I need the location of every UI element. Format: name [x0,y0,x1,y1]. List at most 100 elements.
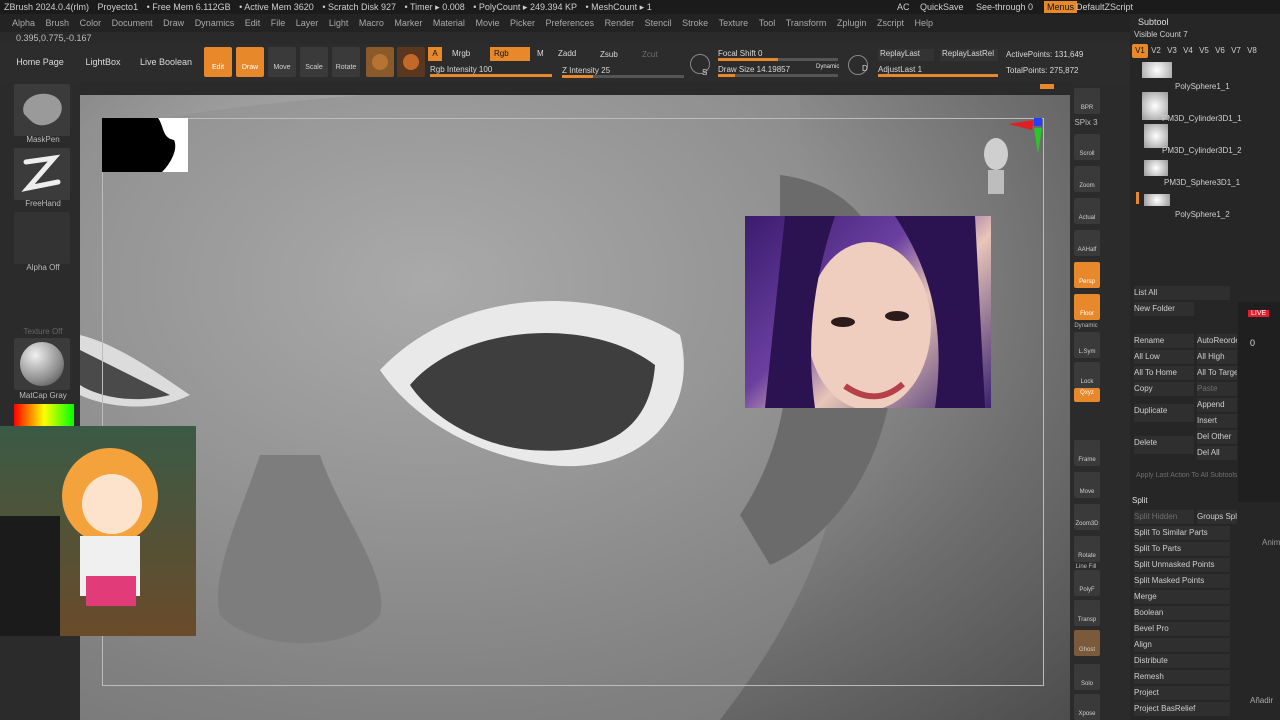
freehand-stroke-button[interactable] [14,148,70,200]
bpr-render-button[interactable]: BPR [1074,88,1100,114]
texture-swatch-button[interactable] [397,47,425,77]
menu-zplugin[interactable]: Zplugin [837,18,867,28]
transp-button[interactable]: Transp [1074,600,1100,626]
scale-mode-button[interactable]: Scale [300,47,328,77]
insert-button[interactable]: Insert [1197,414,1237,428]
menu-movie[interactable]: Movie [475,18,499,28]
split-masked-button[interactable]: Split Masked Points [1134,574,1230,588]
menu-color[interactable]: Color [80,18,102,28]
tab-v8[interactable]: V8 [1244,44,1260,58]
menu-draw[interactable]: Draw [163,18,184,28]
menu-file[interactable]: File [271,18,286,28]
move-mode-button[interactable]: Move [268,47,296,77]
material-swatch-button[interactable] [366,47,394,77]
zsub-toggle[interactable]: Zsub [600,50,618,59]
lock-button[interactable]: Lock [1074,362,1100,388]
mrgb-toggle[interactable]: Mrgb [452,49,470,58]
menu-material[interactable]: Material [433,18,465,28]
menu-transform[interactable]: Transform [786,18,827,28]
menu-edit[interactable]: Edit [245,18,261,28]
ac-button[interactable]: AC [897,0,910,14]
focal-shift-slider[interactable] [718,58,838,61]
split-similar-button[interactable]: Split To Similar Parts [1134,526,1230,540]
adjustlast-slider[interactable] [878,74,998,77]
menu-dynamics[interactable]: Dynamics [195,18,235,28]
subtool-item-1[interactable]: PolySphere1_1 [1175,82,1230,91]
list-all-button[interactable]: List All [1134,286,1230,300]
scroll-button[interactable]: Scroll [1074,134,1100,160]
menu-stencil[interactable]: Stencil [645,18,672,28]
duplicate-button[interactable]: Duplicate [1134,404,1194,422]
menu-preferences[interactable]: Preferences [546,18,595,28]
lightbox-button[interactable]: LightBox [78,44,128,80]
aahalf-button[interactable]: AAHalf [1074,230,1100,256]
zcut-toggle[interactable]: Zcut [642,50,658,59]
menus-toggle[interactable]: Menus [1044,1,1078,13]
split-unmasked-button[interactable]: Split Unmasked Points [1134,558,1230,572]
m-toggle[interactable]: M [537,49,544,58]
rotate-mode-button[interactable]: Rotate [332,47,360,77]
quicksave-button[interactable]: QuickSave [920,0,964,14]
subtool-item-5[interactable]: PolySphere1_2 [1175,210,1230,219]
menu-brush[interactable]: Brush [46,18,70,28]
rename-button[interactable]: Rename [1134,334,1194,348]
replaylastrel-button[interactable]: ReplayLastRel [940,49,998,61]
menu-document[interactable]: Document [112,18,153,28]
persp-button[interactable]: Persp [1074,262,1100,288]
tab-v4[interactable]: V4 [1180,44,1196,58]
menu-stroke[interactable]: Stroke [682,18,708,28]
seethrough-slider[interactable]: See-through [976,0,1026,14]
xpose-button[interactable]: Xpose [1074,694,1100,720]
distribute-section[interactable]: Distribute [1134,654,1230,668]
qxyz-button[interactable]: Qxyz [1074,388,1100,402]
del-other-button[interactable]: Del Other [1197,430,1237,444]
paste-button[interactable]: Paste [1197,382,1237,396]
matcap-material-button[interactable] [14,338,70,390]
floor-button[interactable]: Floor [1074,294,1100,320]
default-zscript[interactable]: DefaultZScript [1076,0,1133,14]
tab-v5[interactable]: V5 [1196,44,1212,58]
actual-button[interactable]: Actual [1074,198,1100,224]
color-picker[interactable] [14,404,74,426]
menu-marker[interactable]: Marker [394,18,422,28]
live-boolean-button[interactable]: Live Boolean [136,44,196,80]
split-parts-button[interactable]: Split To Parts [1134,542,1230,556]
menu-layer[interactable]: Layer [296,18,319,28]
dynamic-toggle[interactable]: Dynamic [816,64,839,70]
append-button[interactable]: Append [1197,398,1237,412]
bevel-pro-section[interactable]: Bevel Pro [1134,622,1230,636]
menu-tool[interactable]: Tool [759,18,776,28]
tab-v2[interactable]: V2 [1148,44,1164,58]
alpha-button[interactable] [14,212,70,264]
edit-mode-button[interactable]: Edit [204,47,232,77]
all-low-button[interactable]: All Low [1134,350,1194,364]
zadd-toggle[interactable]: Zadd [558,49,576,58]
zoom-button[interactable]: Zoom [1074,166,1100,192]
remesh-section[interactable]: Remesh [1134,670,1230,684]
split-section-header[interactable]: Split [1132,496,1148,505]
delete-button[interactable]: Delete [1134,436,1194,454]
maskpen-brush-button[interactable] [14,84,70,136]
split-hidden-button[interactable]: Split Hidden [1134,510,1194,524]
subtool-item-3[interactable]: PM3D_Cylinder3D1_2 [1162,146,1242,155]
menu-texture[interactable]: Texture [719,18,749,28]
all-high-button[interactable]: All High [1197,350,1237,364]
menu-render[interactable]: Render [605,18,635,28]
menu-macro[interactable]: Macro [359,18,384,28]
lsym-button[interactable]: L.Sym [1074,332,1100,358]
move-view-button[interactable]: Move [1074,472,1100,498]
groups-split-button[interactable]: Groups Split [1197,510,1237,524]
tab-v7[interactable]: V7 [1228,44,1244,58]
solo-button[interactable]: Solo [1074,664,1100,690]
rgb-toggle[interactable]: Rgb [490,47,530,61]
zoom3d-button[interactable]: Zoom3D [1074,504,1100,530]
apply-last-action[interactable]: Apply Last Action To All Subtools [1136,472,1238,479]
all-to-home-button[interactable]: All To Home [1134,366,1194,380]
copy-button[interactable]: Copy [1134,382,1194,396]
home-page-button[interactable]: Home Page [10,44,70,80]
menu-light[interactable]: Light [329,18,349,28]
replaylast-button[interactable]: ReplayLast [878,49,934,61]
all-to-target-button[interactable]: All To Target [1197,366,1237,380]
rotate-view-button[interactable]: Rotate [1074,536,1100,562]
subtool-item-2[interactable]: PM3D_Cylinder3D1_1 [1162,114,1242,123]
